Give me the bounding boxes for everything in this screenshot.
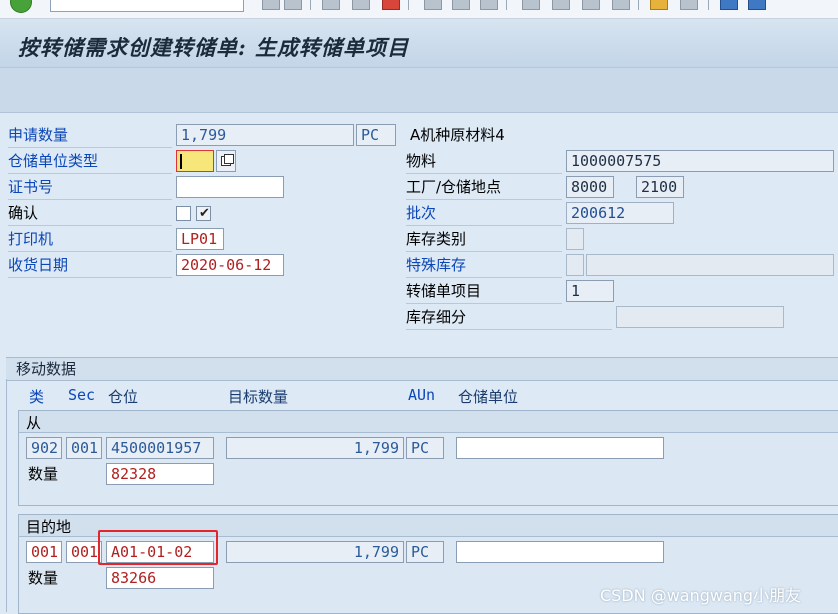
toolbar-separator [310, 0, 311, 10]
layout-menu-icon[interactable] [748, 0, 766, 10]
plant-sloc-label: 工厂/仓储地点 [406, 177, 562, 200]
stock-sub-label: 库存细分 [406, 307, 612, 330]
to-item-label: 转储单项目 [406, 281, 562, 304]
from-type-field: 902 [26, 437, 62, 459]
batch-label: 批次 [406, 203, 562, 226]
checkmark-icon: ✔ [199, 206, 210, 221]
next-page-icon[interactable] [582, 0, 600, 10]
find-next-icon[interactable] [480, 0, 498, 10]
find-icon[interactable] [452, 0, 470, 10]
material-field: 1000007575 [566, 150, 834, 172]
batch-field: 200612 [566, 202, 674, 224]
toolbar-separator [638, 0, 639, 10]
confirm-label: 确认 [8, 203, 172, 226]
gr-date-input[interactable]: 2020-06-12 [176, 254, 284, 276]
movement-group-title: 移动数据 [16, 360, 77, 378]
from-target-qty-field: 1,799 [226, 437, 404, 459]
dest-qty-label: 数量 [28, 569, 59, 587]
value-help-button[interactable] [216, 150, 236, 172]
dest-sec-input[interactable]: 001 [66, 541, 102, 563]
special-stock-desc-field [586, 254, 834, 276]
storage-type-label: 仓储单位类型 [8, 151, 172, 174]
special-stock-field [566, 254, 584, 276]
page-title: 按转储需求创建转储单: 生成转储单项目 [18, 35, 410, 60]
col-su-header: 仓储单位 [458, 388, 519, 406]
from-qty-input[interactable]: 82328 [106, 463, 214, 485]
stock-sub-field [616, 306, 784, 328]
toolbar-separator [506, 0, 507, 10]
watermark: CSDN @wangwang小朋友 [600, 586, 802, 605]
copy-icon-back [224, 154, 234, 164]
from-qty-label: 数量 [28, 465, 59, 483]
exit-icon[interactable] [322, 0, 340, 10]
material-label: 物料 [406, 151, 562, 174]
col-aun-header: AUn [408, 386, 436, 404]
from-aun-field: PC [406, 437, 444, 459]
special-stock-label: 特殊库存 [406, 255, 562, 278]
stock-category-label: 库存类别 [406, 229, 562, 252]
shortcut-icon[interactable] [680, 0, 698, 10]
toolbar-separator [408, 0, 409, 10]
last-page-icon[interactable] [612, 0, 630, 10]
previous-page-icon[interactable] [552, 0, 570, 10]
cancel-red-icon[interactable] [382, 0, 400, 10]
help-icon[interactable] [720, 0, 738, 10]
dest-title: 目的地 [26, 518, 72, 536]
req-qty-unit-field: PC [356, 124, 396, 146]
req-qty-field: 1,799 [176, 124, 354, 146]
material-description: A机种原材料4 [410, 126, 505, 144]
col-sec-header: Sec [68, 386, 96, 404]
save-icon[interactable] [284, 0, 302, 10]
confirm-checkbox[interactable] [176, 206, 191, 221]
from-box-header [19, 411, 838, 433]
application-toolbar [0, 68, 838, 113]
req-qty-label: 申请数量 [8, 125, 172, 148]
to-item-field: 1 [566, 280, 614, 302]
command-field[interactable] [50, 0, 244, 12]
first-page-icon[interactable] [522, 0, 540, 10]
confirm-checkbox-checked[interactable]: ✔ [196, 206, 211, 221]
from-su-input[interactable] [456, 437, 664, 459]
from-sec-field: 001 [66, 437, 102, 459]
toolbar-separator [708, 0, 709, 10]
stock-category-field [566, 228, 584, 250]
movement-group-border [6, 379, 7, 612]
dest-target-qty-field: 1,799 [226, 541, 404, 563]
plant-field: 8000 [566, 176, 614, 198]
print-icon[interactable] [424, 0, 442, 10]
movement-group-header [6, 357, 838, 381]
dest-aun-field: PC [406, 541, 444, 563]
col-bin-header: 仓位 [108, 388, 139, 406]
col-target-qty-header: 目标数量 [228, 388, 289, 406]
from-title: 从 [26, 414, 42, 432]
gr-date-label: 收货日期 [8, 255, 172, 278]
dest-su-input[interactable] [456, 541, 664, 563]
printer-input[interactable]: LP01 [176, 228, 224, 250]
text-cursor [180, 154, 182, 169]
highlight-box [98, 530, 218, 565]
back-icon[interactable] [262, 0, 280, 10]
from-bin-field: 4500001957 [106, 437, 214, 459]
dest-qty-input[interactable]: 83266 [106, 567, 214, 589]
col-type-header: 类 [29, 388, 45, 406]
storage-location-field: 2100 [636, 176, 684, 198]
dest-type-input[interactable]: 001 [26, 541, 62, 563]
create-session-icon[interactable] [650, 0, 668, 10]
printer-label: 打印机 [8, 229, 172, 252]
certificate-input[interactable] [176, 176, 284, 198]
cancel-icon[interactable] [352, 0, 370, 10]
certificate-label: 证书号 [8, 177, 172, 200]
